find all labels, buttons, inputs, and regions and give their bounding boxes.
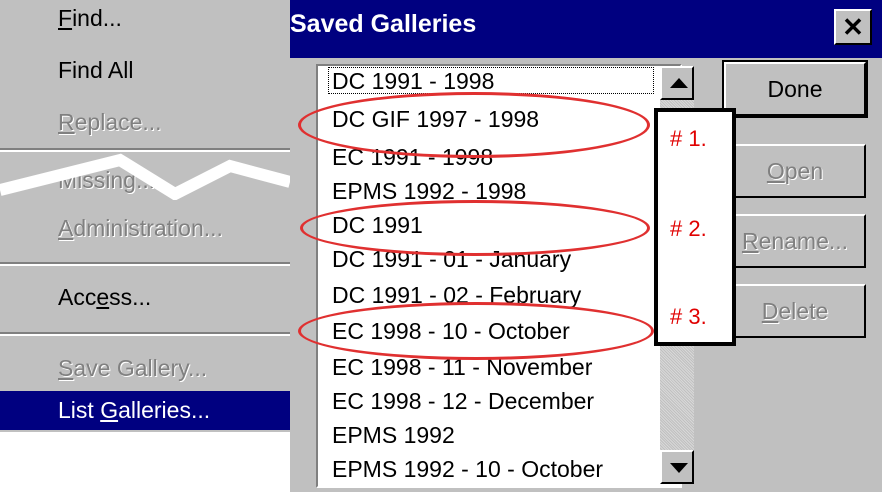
close-icon: ✕: [842, 12, 864, 42]
dialog-titlebar: Saved Galleries ✕: [290, 0, 882, 58]
done-button[interactable]: Done: [722, 60, 868, 118]
menu-separator: [0, 332, 290, 336]
list-item[interactable]: EPMS 1992: [332, 420, 455, 450]
scroll-down-button[interactable]: [660, 450, 694, 484]
scroll-up-button[interactable]: [660, 66, 694, 100]
torn-edge-decoration: [0, 153, 290, 200]
list-item[interactable]: EC 1998 - 12 - December: [332, 386, 594, 416]
edit-menu: Find... Find All Replace... Missing... A…: [0, 0, 290, 432]
open-button: Open: [724, 144, 866, 198]
annotation-note-3: # 3.: [670, 304, 707, 329]
close-button[interactable]: ✕: [834, 9, 872, 45]
menu-separator: [0, 262, 290, 266]
highlight-ellipse-1: [298, 92, 650, 158]
highlight-ellipse-2: [300, 200, 650, 256]
menu-item-save-gallery: Save Gallery...: [58, 355, 208, 381]
dialog-title: Saved Galleries: [290, 10, 477, 38]
menu-item-find-all[interactable]: Find All: [58, 56, 133, 84]
annotation-note-1: # 1.: [670, 126, 707, 151]
list-item[interactable]: EPMS 1992 - 10 - October: [332, 454, 603, 484]
menu-item-replace: Replace...: [58, 109, 162, 135]
menu-item-list-galleries[interactable]: List Galleries...: [0, 391, 290, 430]
rename-button: Rename...: [724, 214, 866, 268]
annotation-box: # 1. # 2. # 3.: [654, 108, 736, 346]
arrow-up-icon: [670, 78, 688, 88]
annotation-note-2: # 2.: [670, 216, 707, 241]
menu-item-administration: Administration...: [58, 215, 223, 241]
delete-button: Delete: [724, 284, 866, 338]
menu-item-access[interactable]: Access...: [58, 283, 151, 311]
highlight-ellipse-3: [298, 302, 654, 360]
arrow-down-icon: [670, 463, 688, 473]
menu-item-find[interactable]: Find...: [58, 4, 122, 32]
focus-rectangle: [328, 67, 654, 94]
